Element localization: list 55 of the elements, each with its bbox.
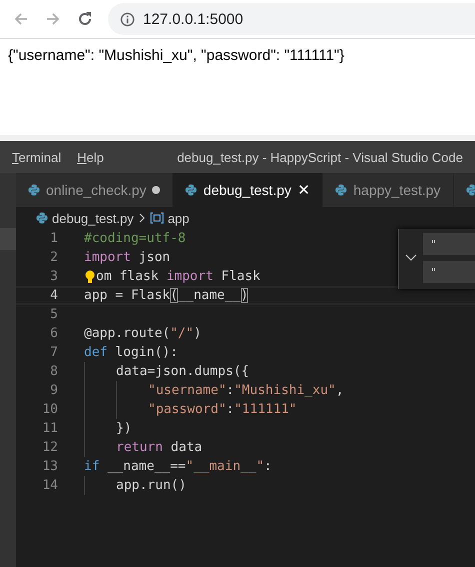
code-line: def login():	[84, 345, 178, 360]
python-file-icon	[466, 184, 475, 196]
line-number: 4	[49, 288, 58, 303]
menu-item[interactable]: Terminal	[12, 150, 62, 164]
reload-icon	[77, 11, 93, 27]
line-number: 11	[41, 421, 58, 436]
line-number: 1	[49, 231, 58, 246]
line-number: 9	[49, 383, 58, 398]
menu-item[interactable]: Help	[77, 150, 104, 164]
code-line: om flask import Flask	[96, 269, 260, 284]
suggestion-item[interactable]: "	[423, 261, 475, 283]
window-title: debug_test.py - HappyScript - Visual Studio Code	[177, 150, 463, 164]
breadcrumb-file[interactable]: debug_test.py	[52, 210, 134, 226]
breadcrumb-symbol[interactable]: app	[168, 210, 190, 226]
code-line: @app.route("/")	[84, 326, 202, 341]
arrow-right-icon	[45, 11, 61, 27]
code-line: "username":"Mushishi_xu",	[148, 383, 344, 398]
code-line: app.run()	[116, 478, 186, 493]
line-number: 14	[41, 478, 58, 493]
line-number: 7	[49, 345, 58, 360]
line-number: 13	[41, 459, 58, 474]
editor-tab[interactable]: happy_test.py	[323, 173, 454, 207]
lightbulb-icon[interactable]	[84, 270, 96, 284]
info-icon	[120, 12, 135, 26]
line-number: 3	[49, 269, 58, 284]
variable-icon	[150, 212, 164, 224]
line-number: 5	[49, 307, 58, 322]
code-line: import json	[84, 250, 170, 265]
line-number: 8	[49, 364, 58, 379]
line-number: 12	[41, 440, 58, 455]
json-response-text: {"username": "Mushishi_xu", "password": "111111"}	[8, 47, 344, 64]
code-line: if __name__=="__main__":	[84, 459, 272, 474]
code-line: return data	[116, 440, 202, 455]
code-line: })	[116, 421, 132, 436]
arrow-left-icon	[13, 11, 29, 27]
unsaved-dot-icon	[152, 186, 160, 194]
line-number: 2	[49, 250, 58, 265]
line-number: 6	[49, 326, 58, 341]
close-icon[interactable]: ✕	[297, 181, 310, 199]
python-file-icon	[335, 184, 348, 196]
address-bar[interactable]: 127.0.0.1:5000	[108, 3, 475, 35]
python-file-icon	[36, 212, 48, 224]
url-text: 127.0.0.1:5000	[143, 10, 244, 28]
code-line: #coding=utf-8	[84, 231, 186, 246]
suggestion-item[interactable]: "	[423, 233, 475, 255]
python-file-icon	[28, 184, 40, 196]
code-line: "password":"111111"	[148, 402, 297, 417]
editor-tab[interactable]: debug_test.py ✕	[173, 173, 324, 207]
chevron-down-icon[interactable]	[405, 254, 417, 262]
chevron-right-icon	[138, 213, 146, 223]
python-file-icon	[185, 184, 198, 196]
code-line: data=json.dumps({	[116, 364, 250, 379]
line-number: 10	[41, 402, 58, 417]
editor-tab[interactable]: online_check.py	[16, 173, 174, 207]
reload-button[interactable]	[76, 10, 94, 28]
